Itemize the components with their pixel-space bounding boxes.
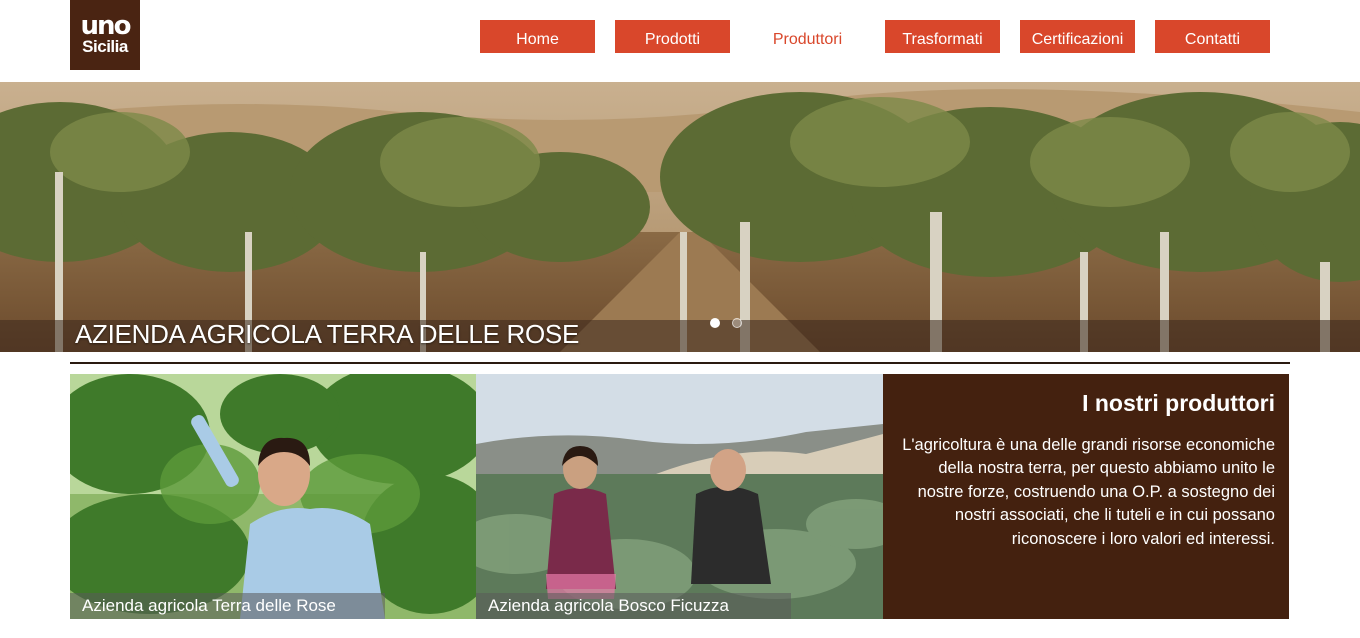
artichoke-field-photo [476, 374, 883, 619]
uno-sicilia-logo[interactable]: uno Sicilia [70, 0, 140, 70]
nav-produttori[interactable]: Produttori [750, 20, 865, 53]
hero-slider[interactable]: AZIENDA AGRICOLA TERRA DELLE ROSE [0, 82, 1360, 352]
producer-card-bosco-ficuzza[interactable]: Azienda agricola Bosco Ficuzza [476, 374, 883, 619]
man-in-orchard-photo [70, 374, 476, 619]
producers-info-box: I nostri produttori L'agricoltura è una … [883, 374, 1289, 619]
section-divider [70, 362, 1290, 364]
orchard-photo [0, 82, 1360, 352]
nav-prodotti[interactable]: Prodotti [615, 20, 730, 53]
info-text: L'agricoltura è una delle grandi risorse… [902, 436, 1275, 548]
slider-dot-1[interactable] [710, 318, 720, 328]
slider-dots [710, 318, 742, 328]
site-header: uno Sicilia Home Prodotti Produttori Tra… [0, 0, 1360, 82]
producer-label: Azienda agricola Terra delle Rose [82, 596, 336, 615]
nav-contatti[interactable]: Contatti [1155, 20, 1270, 53]
info-title: I nostri produttori [1082, 390, 1275, 416]
logo-text-bottom: Sicilia [82, 37, 128, 56]
hero-caption: AZIENDA AGRICOLA TERRA DELLE ROSE [75, 319, 580, 349]
nav-home[interactable]: Home [480, 20, 595, 53]
producer-card-terra-delle-rose[interactable]: Azienda agricola Terra delle Rose [70, 374, 476, 619]
nav-certificazioni[interactable]: Certificazioni [1020, 20, 1135, 53]
slider-dot-2[interactable] [732, 318, 742, 328]
logo-text-top: uno [80, 11, 132, 41]
nav-trasformati[interactable]: Trasformati [885, 20, 1000, 53]
producer-label: Azienda agricola Bosco Ficuzza [488, 596, 729, 615]
